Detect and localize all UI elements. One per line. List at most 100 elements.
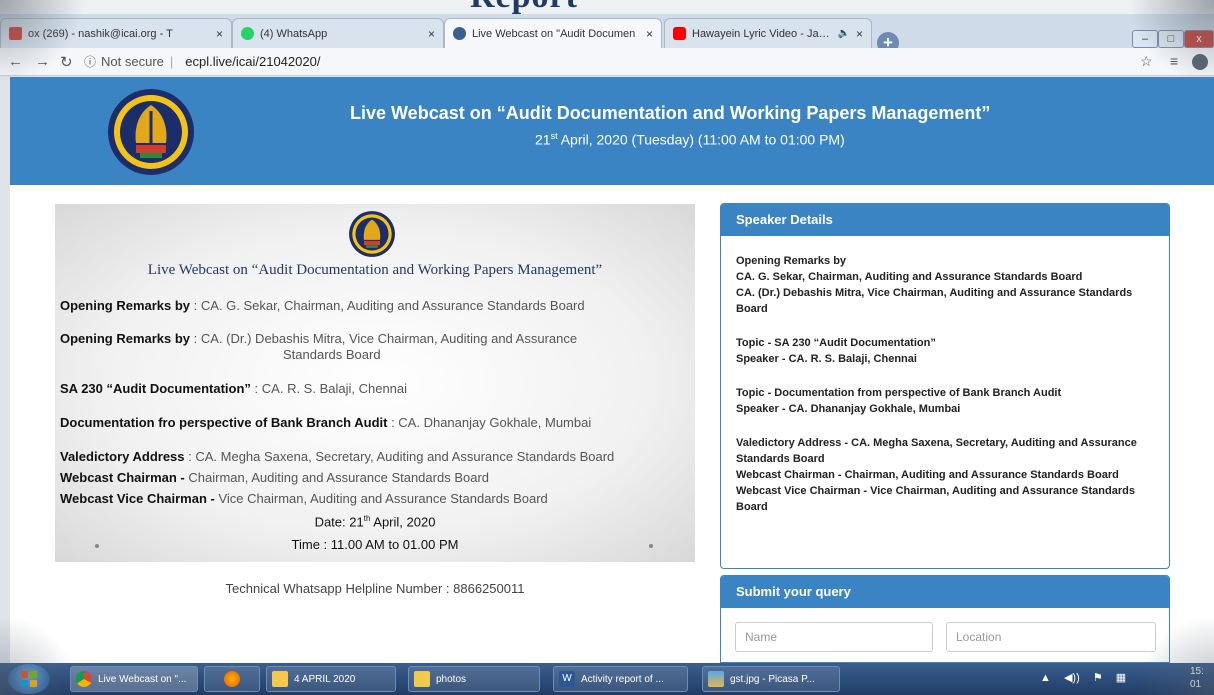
chrome-icon bbox=[76, 671, 92, 687]
poster-line: Opening Remarks by : CA. G. Sekar, Chair… bbox=[60, 298, 585, 313]
star-icon[interactable]: ☆ bbox=[1140, 53, 1153, 70]
location-input[interactable] bbox=[946, 622, 1156, 652]
close-icon[interactable]: × bbox=[856, 27, 863, 41]
poster-line: Webcast Vice Chairman - Vice Chairman, A… bbox=[60, 491, 548, 506]
speaker-line: CA. G. Sekar, Chairman, Auditing and Ass… bbox=[736, 271, 1083, 283]
start-button[interactable] bbox=[8, 664, 50, 694]
taskbar-label: gst.jpg - Picasa P... bbox=[730, 673, 815, 685]
speaker-block: Valedictory Address - CA. Megha Saxena, … bbox=[736, 435, 1155, 515]
omnibox[interactable]: ⓘ Not secure | ecpl.live/icai/21042020/ bbox=[84, 51, 1144, 72]
taskbar-label: photos bbox=[436, 673, 467, 685]
icai-icon bbox=[453, 27, 466, 40]
event-poster: Live Webcast on “Audit Documentation and… bbox=[55, 204, 695, 562]
browser-tab-bar: ox (269) - nashik@icai.org - T × (4) Wha… bbox=[0, 14, 1214, 54]
submit-query-panel: Submit your query bbox=[720, 575, 1170, 663]
helpline-text: Technical Whatsapp Helpline Number : 886… bbox=[225, 581, 525, 596]
decor-dot bbox=[95, 544, 99, 548]
back-arrow-icon[interactable]: ← bbox=[8, 53, 23, 70]
clock-date: 01 bbox=[1190, 679, 1202, 690]
volume-icon[interactable]: ◀)) bbox=[1064, 672, 1080, 684]
flag-icon[interactable]: ⚑ bbox=[1093, 672, 1103, 684]
info-icon[interactable]: ⓘ bbox=[84, 53, 96, 70]
speaker-line: Valedictory Address - CA. Megha Saxena, … bbox=[736, 437, 1137, 465]
minimize-button[interactable]: – bbox=[1132, 30, 1158, 48]
speaker-line: CA. (Dr.) Debashis Mitra, Vice Chairman,… bbox=[736, 287, 1133, 315]
speaker-block: Topic - SA 230 “Audit Documentation” Spe… bbox=[736, 335, 1155, 367]
folder-icon bbox=[272, 671, 288, 687]
top-caption-text: Report bbox=[470, 0, 578, 14]
poster-line: Webcast Chairman - Chairman, Auditing an… bbox=[60, 470, 490, 485]
windows-logo-icon bbox=[21, 671, 37, 687]
firefox-icon bbox=[224, 671, 240, 687]
speaker-line: Topic - SA 230 “Audit Documentation” bbox=[736, 337, 936, 349]
event-date: 21st April, 2020 (Tuesday) (11:00 AM to … bbox=[535, 131, 845, 148]
taskbar-item-picasa[interactable]: gst.jpg - Picasa P... bbox=[702, 666, 840, 692]
poster-line: Opening Remarks by : CA. (Dr.) Debashis … bbox=[60, 331, 578, 346]
speaker-block: Opening Remarks by CA. G. Sekar, Chairma… bbox=[736, 253, 1155, 317]
whatsapp-icon bbox=[241, 27, 254, 40]
picasa-icon bbox=[708, 671, 724, 687]
tab-live-webcast[interactable]: Live Webcast on "Audit Documen × bbox=[444, 18, 662, 48]
system-clock[interactable]: 15: 01 bbox=[1190, 665, 1204, 691]
poster-line: Valedictory Address : CA. Megha Saxena, … bbox=[60, 449, 615, 464]
taskbar-item-chrome[interactable]: Live Webcast on "... bbox=[70, 666, 198, 692]
speaker-line: Opening Remarks by bbox=[736, 255, 847, 267]
tray-arrow-icon[interactable]: ▲ bbox=[1040, 672, 1051, 684]
youtube-icon bbox=[673, 27, 686, 40]
speaker-details-body[interactable]: Opening Remarks by CA. G. Sekar, Chairma… bbox=[721, 236, 1169, 515]
taskbar-item-word[interactable]: W Activity report of ... bbox=[553, 666, 688, 692]
system-tray: ▲ ◀)) ⚑ ▦ bbox=[1040, 671, 1126, 684]
forward-arrow-icon[interactable]: → bbox=[35, 53, 50, 70]
speaker-details-panel: Speaker Details Opening Remarks by CA. G… bbox=[720, 203, 1170, 569]
close-window-button[interactable]: x bbox=[1184, 30, 1214, 48]
divider: | bbox=[169, 54, 174, 69]
address-bar: ← → ↻ ⓘ Not secure | ecpl.live/icai/2104… bbox=[0, 48, 1214, 76]
reading-list-icon[interactable]: ≡ bbox=[1170, 53, 1178, 69]
close-icon[interactable]: × bbox=[428, 27, 435, 41]
icai-logo bbox=[348, 210, 396, 258]
poster-line: Documentation fro perspective of Bank Br… bbox=[60, 415, 592, 430]
maximize-button[interactable]: □ bbox=[1158, 30, 1184, 48]
word-icon: W bbox=[559, 671, 575, 687]
taskbar-label: Live Webcast on "... bbox=[98, 673, 187, 685]
tab-label: Live Webcast on "Audit Documen bbox=[472, 27, 636, 40]
profile-avatar[interactable] bbox=[1192, 54, 1208, 70]
speaker-block: Topic - Documentation from perspective o… bbox=[736, 385, 1155, 417]
network-icon[interactable]: ▦ bbox=[1116, 672, 1126, 684]
url-text[interactable]: ecpl.live/icai/21042020/ bbox=[185, 54, 320, 69]
icai-logo bbox=[106, 87, 196, 177]
close-icon[interactable]: × bbox=[216, 27, 223, 41]
folder-icon bbox=[414, 671, 430, 687]
poster-line-continued: Standards Board bbox=[283, 347, 381, 362]
taskbar-item-folder[interactable]: photos bbox=[408, 666, 540, 692]
speaker-line: Webcast Vice Chairman - Vice Chairman, A… bbox=[736, 485, 1135, 513]
tab-label: Hawayein Lyric Video - Jab H bbox=[692, 27, 834, 40]
tab-youtube[interactable]: Hawayein Lyric Video - Jab H 🔈 × bbox=[664, 18, 872, 48]
decor-dot bbox=[649, 544, 653, 548]
taskbar-item-firefox[interactable] bbox=[204, 666, 260, 692]
speaker-line: Speaker - CA. Dhananjay Gokhale, Mumbai bbox=[736, 403, 961, 415]
close-icon[interactable]: × bbox=[646, 27, 653, 41]
tab-label: (4) WhatsApp bbox=[260, 27, 328, 40]
taskbar-label: Activity report of ... bbox=[581, 673, 664, 685]
top-caption-strip: Report bbox=[0, 0, 1214, 14]
poster-time: Time : 11.00 AM to 01.00 PM bbox=[291, 537, 459, 552]
clock-time: 15: bbox=[1190, 666, 1204, 677]
page-header: Live Webcast on “Audit Documentation and… bbox=[10, 77, 1214, 185]
speaker-icon[interactable]: 🔈 bbox=[838, 28, 850, 39]
reload-icon[interactable]: ↻ bbox=[60, 53, 73, 71]
taskbar-item-folder[interactable]: 4 APRIL 2020 bbox=[266, 666, 396, 692]
windows-taskbar: Live Webcast on "... 4 APRIL 2020 photos… bbox=[0, 663, 1214, 695]
name-input[interactable] bbox=[735, 622, 933, 652]
tab-whatsapp[interactable]: (4) WhatsApp × bbox=[232, 18, 444, 48]
panel-heading: Submit your query bbox=[721, 576, 1169, 608]
speaker-line: Topic - Documentation from perspective o… bbox=[736, 387, 1062, 399]
poster-title: Live Webcast on “Audit Documentation and… bbox=[147, 262, 603, 278]
tab-label: ox (269) - nashik@icai.org - T bbox=[28, 27, 173, 40]
tab-gmail[interactable]: ox (269) - nashik@icai.org - T × bbox=[0, 18, 232, 48]
gmail-icon bbox=[9, 27, 22, 40]
security-label: Not secure bbox=[101, 54, 164, 69]
poster-date: Date: 21th April, 2020 bbox=[314, 514, 436, 530]
speaker-line: Webcast Chairman - Chairman, Auditing an… bbox=[736, 469, 1119, 481]
taskbar-label: 4 APRIL 2020 bbox=[294, 673, 356, 685]
